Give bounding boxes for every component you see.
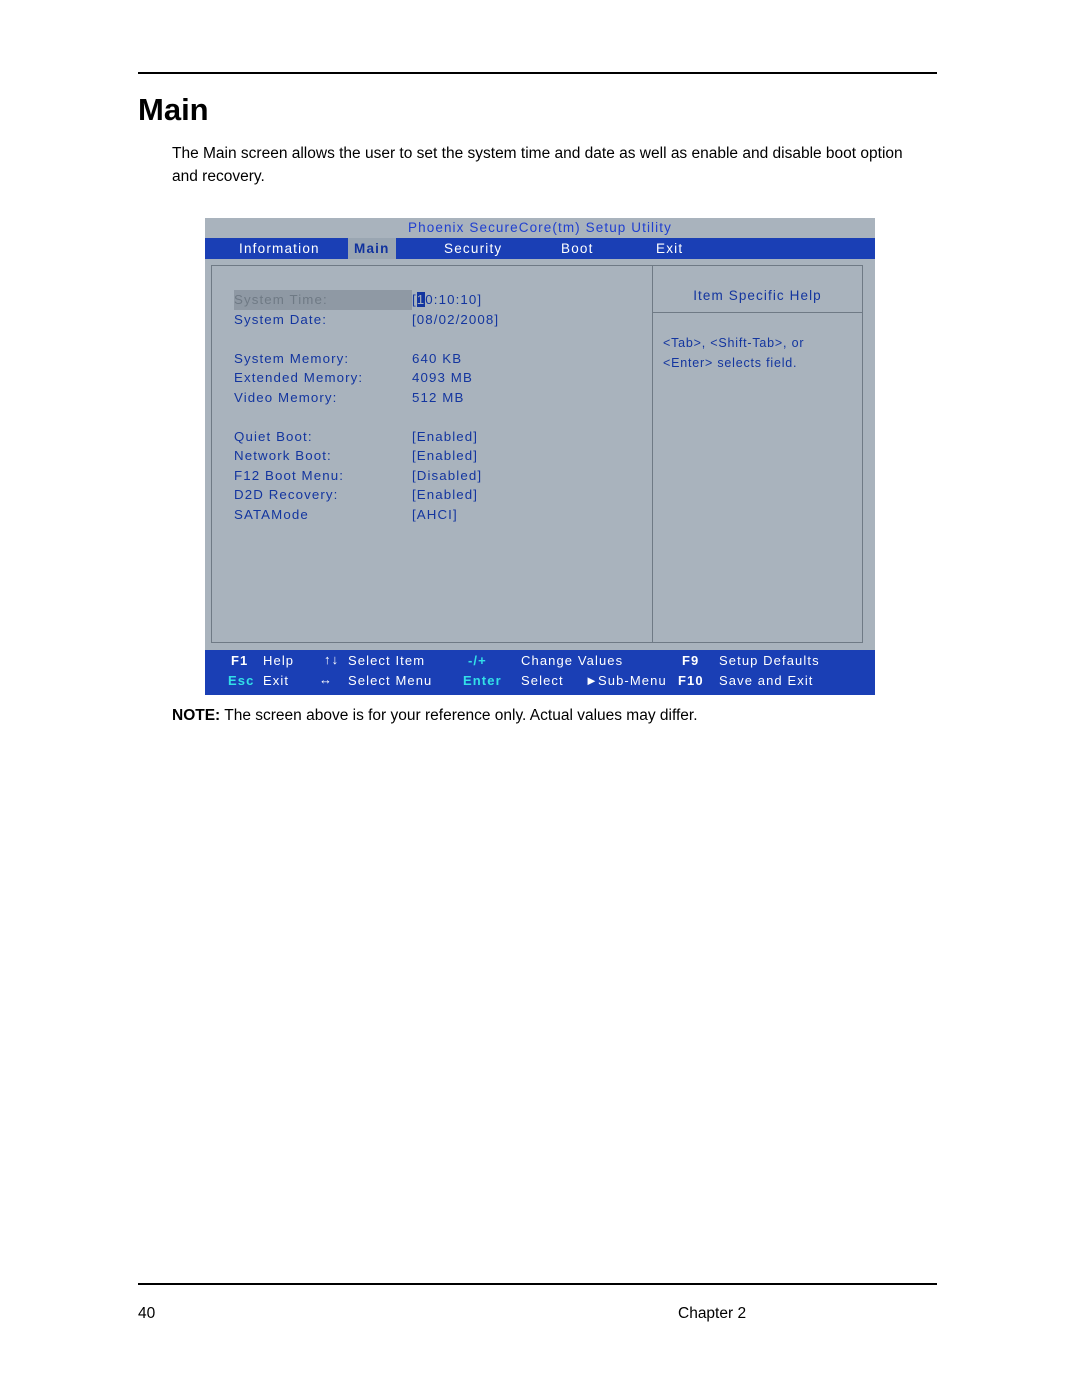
bios-row-value: [Disabled] [412,467,483,483]
bios-row-label: Network Boot: [234,448,332,463]
page-number: 40 [138,1305,156,1322]
bios-row-value: [Enabled] [412,448,479,463]
bios-row-d2d-recovery[interactable]: D2D Recovery: [Enabled] [234,485,634,505]
bios-row-label: System Time: [234,290,412,310]
key-esc: Esc [228,673,255,688]
document-page: Main The Main screen allows the user to … [0,0,1080,1397]
bios-title: Phoenix SecureCore(tm) Setup Utility [205,218,875,238]
bios-footer-keybar: F1 Help ↑↓ Select Item -/+ Change Values… [205,650,875,695]
bios-row-video-memory: Video Memory: 512 MB [234,388,634,408]
bios-settings-panel: System Time: [10:10:10] System Date: [08/0… [211,265,653,643]
header-rule [138,72,937,74]
key-select-menu-label: Select Menu [348,673,433,688]
key-f1-label: Help [263,653,295,668]
intro-paragraph: The Main screen allows the user to set t… [172,145,903,185]
key-updown-label: Select Item [348,653,426,668]
key-change-values-label: Change Values [521,653,624,668]
bios-row-f12-boot-menu[interactable]: F12 Boot Menu: [Disabled] [234,466,634,486]
help-panel-line-2: <Enter> selects field. [663,356,798,370]
bios-row-value: 4093 MB [412,370,473,385]
key-esc-label: Exit [263,673,290,688]
bios-row-value: 640 KB [412,350,463,366]
bios-settings-list: System Time: [10:10:10] System Date: [08/0… [234,290,634,524]
bios-row-label: D2D Recovery: [234,487,339,502]
help-panel-line-1: <Tab>, <Shift-Tab>, or [663,336,805,350]
note-prefix: NOTE: [172,707,221,724]
key-f10: F10 [678,673,704,688]
bios-row-quiet-boot[interactable]: Quiet Boot: [Enabled] [234,427,634,447]
bios-row-satamode[interactable]: SATAMode [AHCI] [234,505,634,525]
bios-row-spacer [234,329,634,349]
bios-row-label: System Date: [234,311,328,327]
key-enter-label: Select [521,673,564,688]
key-f9: F9 [682,653,700,668]
help-panel-title: Item Specific Help [693,288,822,303]
bios-help-panel: Item Specific Help <Tab>, <Shift-Tab>, o… [653,265,863,643]
bios-row-label: System Memory: [234,350,350,366]
bios-row-network-boot[interactable]: Network Boot: [Enabled] [234,446,634,466]
bios-row-value: [AHCI] [412,506,458,522]
key-minus-plus: -/+ [468,653,487,668]
bios-menu-item-security[interactable]: Security [438,238,508,259]
left-right-arrows-icon: ↔ [319,672,334,687]
bios-menu-bar: Information Main Security Boot Exit [205,238,875,259]
bios-row-system-date[interactable]: System Date: [08/02/2008] [234,310,634,330]
help-panel-divider [653,312,862,313]
bios-row-label: SATAMode [234,506,309,522]
note-body: The screen above is for your reference o… [220,707,698,724]
bios-row-label: Quiet Boot: [234,428,313,444]
key-enter: Enter [463,673,502,688]
key-f1: F1 [231,653,249,668]
bios-menu-item-boot[interactable]: Boot [555,238,600,259]
bios-row-label: Video Memory: [234,389,338,405]
bios-row-value: [08/02/2008] [412,311,500,327]
note-text: NOTE: The screen above is for your refer… [172,707,698,725]
bios-menu-item-information[interactable]: Information [233,238,326,259]
bios-setup-screenshot: Phoenix SecureCore(tm) Setup Utility Inf… [205,218,875,695]
bios-row-spacer [234,407,634,427]
bios-menu-item-exit[interactable]: Exit [650,238,689,259]
bios-row-system-time[interactable]: System Time: [10:10:10] [234,290,634,310]
bios-row-value: 512 MB [412,389,465,405]
bios-body: System Time: [10:10:10] System Date: [08/0… [205,259,875,649]
bios-row-value: [Enabled] [412,428,479,444]
key-save-exit-label: Save and Exit [719,673,814,688]
bios-row-value: [Enabled] [412,487,479,502]
bios-row-value: [10:10:10] [412,292,483,307]
up-down-arrows-icon: ↑↓ [324,652,340,667]
help-panel-text: <Tab>, <Shift-Tab>, or <Enter> selects f… [663,333,862,373]
footer-rule [138,1283,937,1285]
bios-row-extended-memory: Extended Memory: 4093 MB [234,368,634,388]
bios-row-label: Extended Memory: [234,370,364,385]
bios-row-system-memory: System Memory: 640 KB [234,349,634,369]
submenu-arrow-icon: ► [585,673,599,688]
key-setup-defaults-label: Setup Defaults [719,653,820,668]
page-title: Main [138,92,209,127]
key-submenu-label: Sub-Menu [598,673,667,688]
bios-row-label: F12 Boot Menu: [234,467,345,483]
chapter-label: Chapter 2 [678,1305,747,1322]
bios-menu-item-main[interactable]: Main [348,238,396,259]
